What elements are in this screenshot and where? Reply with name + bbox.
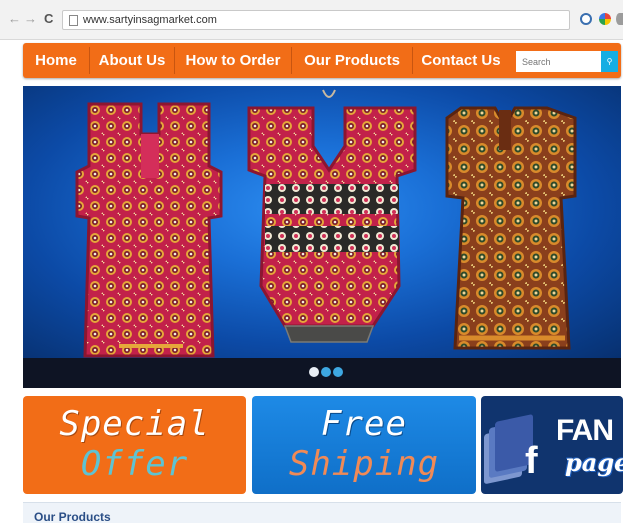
free-shipping-title: Free — [321, 404, 407, 444]
color-extension-icon[interactable] — [599, 13, 611, 25]
slider-dot[interactable] — [333, 367, 343, 377]
hero-slide-image — [75, 89, 577, 358]
reload-icon[interactable]: C — [44, 12, 53, 26]
fan-title: FAN — [556, 414, 614, 447]
special-offer-banner[interactable]: Special Offer — [23, 396, 246, 494]
hero-slider[interactable] — [23, 86, 621, 358]
back-arrow-icon[interactable]: ← — [8, 12, 21, 26]
nav-contact-us[interactable]: Contact Us — [413, 43, 509, 78]
section-title: Our Products — [34, 510, 111, 523]
nav-how-to-order[interactable]: How to Order — [175, 43, 291, 78]
page-icon — [69, 15, 78, 26]
garment-rust — [445, 106, 577, 350]
free-shipping-subtitle: Shiping — [288, 444, 440, 484]
eye-extension-icon[interactable] — [580, 13, 592, 25]
nav-home[interactable]: Home — [23, 43, 89, 78]
search-icon[interactable]: ⚲ — [601, 51, 618, 72]
main-navigation: Home About Us How to Order Our Products … — [23, 43, 621, 78]
slider-pagination — [23, 358, 621, 388]
slider-dot-active[interactable] — [309, 367, 319, 377]
nav-our-products[interactable]: Our Products — [292, 43, 412, 78]
facebook-fan-page-banner[interactable]: f FAN page — [481, 396, 623, 494]
special-offer-subtitle: Offer — [80, 444, 189, 484]
our-products-section: Our Products — [23, 502, 621, 523]
nav-about-us[interactable]: About Us — [90, 43, 174, 78]
browser-toolbar: ← → C www.sartyinsagmarket.com — [0, 0, 623, 40]
search-input[interactable] — [516, 51, 601, 72]
url-text[interactable]: www.sartyinsagmarket.com — [83, 14, 217, 26]
garment-blouse — [247, 89, 417, 343]
address-bar[interactable]: www.sartyinsagmarket.com — [62, 10, 570, 30]
garment-pink — [75, 102, 223, 358]
extension-icon[interactable] — [616, 13, 623, 25]
slider-dot[interactable] — [321, 367, 331, 377]
free-shipping-banner[interactable]: Free Shiping — [252, 396, 476, 494]
special-offer-title: Special — [59, 404, 210, 444]
forward-arrow-icon[interactable]: → — [24, 12, 37, 26]
facebook-icon: f — [525, 440, 538, 482]
page: ← → C www.sartyinsagmarket.com Home Abou… — [0, 0, 623, 523]
fan-subtitle: page — [565, 448, 623, 477]
